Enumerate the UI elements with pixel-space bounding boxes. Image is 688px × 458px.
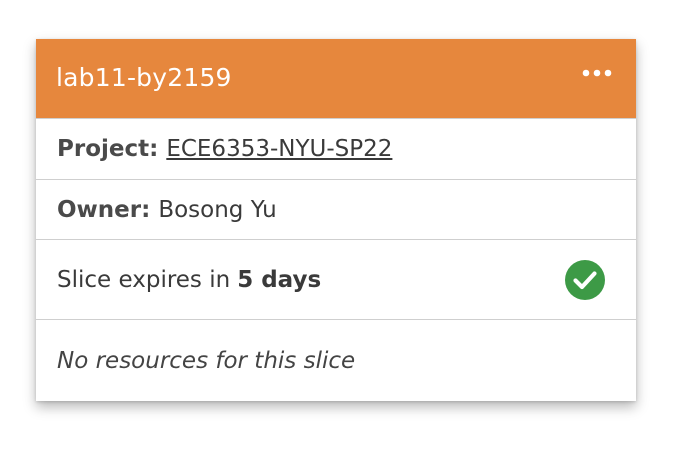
expiry-row: Slice expires in 5 days [36,240,636,320]
project-link[interactable]: ECE6353-NYU-SP22 [166,136,392,162]
status-badge [565,259,605,300]
more-options-button[interactable] [578,61,616,85]
expiry-text: Slice expires in 5 days [57,267,321,293]
project-label: Project: [57,136,159,162]
no-resources-text: No resources for this slice [57,347,356,374]
check-circle-icon [565,259,605,300]
slice-card: lab11-by2159 Project: ECE6353-NYU-SP22 O… [36,39,636,401]
slice-title: lab11-by2159 [56,63,232,92]
slice-card-header: lab11-by2159 [36,39,636,119]
resources-row: No resources for this slice [36,320,636,401]
more-horizontal-icon [582,69,612,77]
owner-label: Owner: [57,196,151,223]
expiry-value: 5 days [237,266,322,293]
project-row: Project: ECE6353-NYU-SP22 [36,119,636,180]
owner-row: Owner: Bosong Yu [36,180,636,240]
expiry-prefix: Slice expires in [57,266,231,293]
owner-name: Bosong Yu [158,196,277,223]
